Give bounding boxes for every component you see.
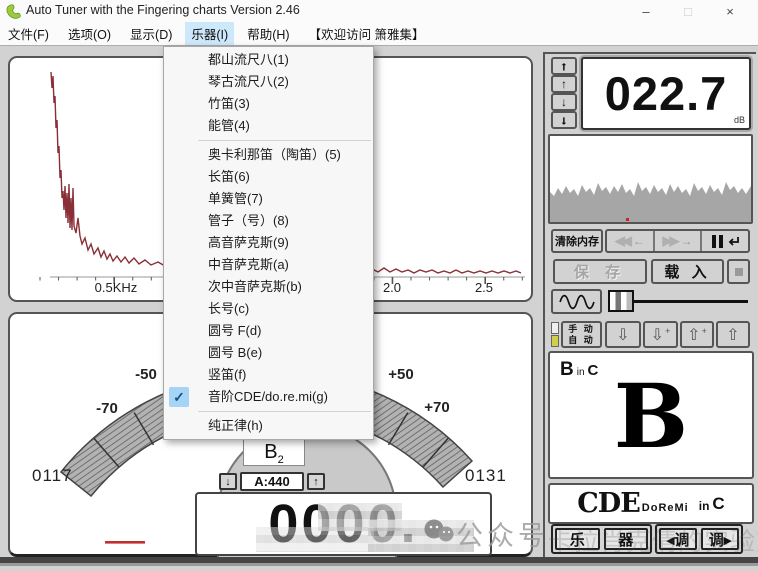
transport-group: ◀◀ ← ▶▶ → — [605, 229, 750, 253]
menu-item-4[interactable]: 奥卡利那笛（陶笛）(5) — [164, 144, 373, 166]
volume-slider[interactable] — [606, 289, 751, 314]
load-button[interactable]: 载 入 — [651, 259, 724, 284]
maximize-button[interactable]: □ — [672, 0, 704, 22]
gain-up-coarse-button[interactable]: ↑ — [551, 57, 577, 75]
rewind-button[interactable]: ◀◀ ← — [607, 231, 653, 251]
menubar-item-5[interactable]: 【欢迎访问 箫雅集】 — [303, 22, 431, 45]
app-window: Auto Tuner with the Fingering charts Ver… — [0, 0, 758, 571]
sine-wave-icon — [558, 294, 595, 309]
watermark-label: 公众号 — [456, 521, 549, 551]
left-counter: 0117 — [32, 466, 73, 485]
level-display: 022.7 dB — [581, 57, 751, 130]
clear-memory-button[interactable]: 清除内存 — [551, 229, 603, 253]
pitch-down-button[interactable]: ⇩ — [605, 321, 641, 348]
x-tick-05khz: 0.5KHz — [94, 280, 138, 295]
big-note-letter: B — [613, 364, 689, 468]
menubar-item-4[interactable]: 帮助(H) — [241, 22, 295, 45]
manual-indicator — [551, 322, 559, 334]
tone-generator-button[interactable] — [551, 289, 602, 314]
menu-item-6[interactable]: 单簧管(7) — [164, 188, 373, 210]
waveform-panel — [548, 134, 753, 224]
pitch-up-fine-button[interactable]: ⇧ + — [680, 321, 714, 348]
wechat-icon — [424, 519, 454, 542]
manual-auto-toggle[interactable]: 手 动 自 动 — [561, 321, 602, 348]
menu-item-14[interactable]: 竖笛(f) — [164, 364, 373, 386]
menu-item-16[interactable]: 纯正律(h) — [164, 415, 373, 437]
menu-item-7[interactable]: 管子（号）(8) — [164, 210, 373, 232]
checkmark-icon: ✓ — [169, 387, 189, 407]
level-unit: dB — [733, 115, 745, 125]
forward-icon: ▶▶ — [662, 233, 680, 248]
gain-down-coarse-button[interactable]: ↓ — [551, 111, 577, 129]
slider-handle[interactable] — [608, 290, 634, 312]
menu-item-9[interactable]: 中音萨克斯(a) — [164, 254, 373, 276]
meter-label-plus70: +70 — [424, 399, 450, 416]
phone-icon — [6, 4, 21, 19]
blur-patch — [256, 527, 374, 552]
gain-down-fine-button[interactable]: ↓ — [551, 93, 577, 111]
meter-label-minus50: -50 — [135, 366, 157, 383]
menu-item-12[interactable]: 圆号 F(d) — [164, 320, 373, 342]
minimize-button[interactable]: – — [630, 0, 662, 22]
menubar-item-1[interactable]: 选项(O) — [62, 22, 117, 45]
menu-item-2[interactable]: 竹笛(3) — [164, 93, 373, 115]
titlebar: Auto Tuner with the Fingering charts Ver… — [0, 0, 758, 22]
reference-down-button[interactable]: ↓ — [219, 473, 237, 490]
menu-item-0[interactable]: 都山流尺八(1) — [164, 49, 373, 71]
rewind-icon: ◀◀ — [614, 233, 632, 248]
menu-item-8[interactable]: 高音萨克斯(9) — [164, 232, 373, 254]
menubar-item-3[interactable]: 乐器(I) — [185, 22, 235, 45]
x-tick-25: 2.5 — [474, 280, 494, 295]
menu-separator — [198, 140, 371, 141]
waveform-noise — [550, 182, 751, 222]
pause-icon — [711, 234, 716, 248]
menu-item-11[interactable]: 长号(c) — [164, 298, 373, 320]
menu-item-15[interactable]: ✓ 音阶CDE/do.re.mi(g) — [164, 386, 373, 408]
pause-button[interactable] — [700, 231, 748, 251]
stop-icon — [734, 267, 743, 276]
meter-label-plus50: +50 — [388, 366, 414, 383]
right-counter: 0131 — [465, 466, 507, 485]
forward-button[interactable]: ▶▶ → — [652, 231, 701, 251]
menu-item-10[interactable]: 次中音萨克斯(b) — [164, 276, 373, 298]
buffer-position-marker — [626, 218, 629, 221]
x-tick-20: 2.0 — [382, 280, 402, 295]
return-icon — [728, 236, 740, 246]
level-value: 022.7 — [604, 67, 728, 120]
menubar-item-2[interactable]: 显示(D) — [124, 22, 178, 45]
scale-panel: CDE DoReMi in C — [548, 483, 754, 524]
auto-indicator — [551, 335, 559, 347]
meter-label-minus70: -70 — [96, 400, 118, 417]
stop-button[interactable] — [727, 259, 750, 284]
reference-up-button[interactable]: ↑ — [307, 473, 325, 490]
save-button[interactable]: 保 存 — [553, 259, 647, 284]
window-title: Auto Tuner with the Fingering charts Ver… — [26, 3, 300, 17]
menu-item-1[interactable]: 琴古流尺八(2) — [164, 71, 373, 93]
menu-separator — [198, 411, 371, 412]
reference-pitch: A:440 — [240, 472, 304, 491]
pitch-up-button[interactable]: ⇧ — [716, 321, 750, 348]
note-panel: Bin C B — [548, 351, 754, 479]
instrument-menu: 都山流尺八(1) 琴古流尺八(2) 竹笛(3) 能管(4) 奥卡利那笛（陶笛）(5) 长笛… — [163, 46, 374, 440]
menu-item-3[interactable]: 能管(4) — [164, 115, 373, 137]
watermark-faint-text: 卡拉肖克倩的实验室 — [548, 528, 758, 556]
menubar: 文件(F) 选项(O) 显示(D) 乐器(I) 帮助(H) 【欢迎访问 箫雅集】 — [0, 22, 758, 46]
gain-up-fine-button[interactable]: ↑ — [551, 75, 577, 93]
menu-item-13[interactable]: 圆号 B(e) — [164, 342, 373, 364]
note-readout: B2 — [243, 439, 305, 466]
pitch-down-fine-button[interactable]: ⇩ + — [643, 321, 678, 348]
menubar-item-0[interactable]: 文件(F) — [2, 22, 55, 45]
close-button[interactable]: × — [714, 0, 746, 22]
needle-rest-line — [105, 541, 145, 544]
menu-item-5[interactable]: 长笛(6) — [164, 166, 373, 188]
